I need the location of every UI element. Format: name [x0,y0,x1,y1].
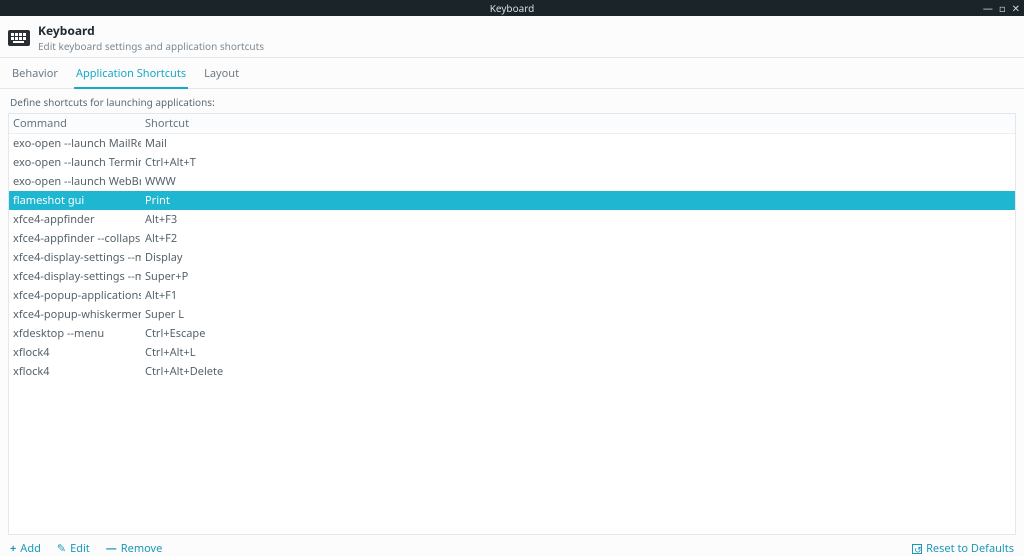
cell-shortcut: Super L [141,305,1015,324]
header-titles: Keyboard Edit keyboard settings and appl… [38,22,264,53]
table-body: exo-open --launch MailReaderMailexo-open… [9,134,1015,534]
column-header-command[interactable]: Command [9,114,141,133]
cell-command: xflock4 [9,362,141,381]
cell-shortcut: Ctrl+Alt+Delete [141,362,1015,381]
reset-icon [912,544,922,554]
edit-button-label: Edit [70,541,90,556]
content-description: Define shortcuts for launching applicati… [8,93,1016,113]
page-title: Keyboard [38,22,264,39]
header: Keyboard Edit keyboard settings and appl… [0,16,1024,58]
table-row[interactable]: xfce4-popup-applicationsmenuAlt+F1 [9,286,1015,305]
table-row[interactable]: exo-open --launch TerminalEmulatorCtrl+A… [9,153,1015,172]
add-button-label: Add [20,541,41,556]
remove-button[interactable]: — Remove [106,541,163,556]
table-row[interactable]: xfdesktop --menuCtrl+Escape [9,324,1015,343]
window-title: Keyboard [490,1,535,15]
cell-shortcut: Ctrl+Alt+L [141,343,1015,362]
cell-command: exo-open --launch MailReader [9,134,141,153]
table-row[interactable]: xfce4-appfinderAlt+F3 [9,210,1015,229]
cell-shortcut: Ctrl+Escape [141,324,1015,343]
keyboard-icon [8,30,30,46]
cell-shortcut: Mail [141,134,1015,153]
table-row[interactable]: flameshot guiPrint [9,191,1015,210]
close-icon[interactable]: ✕ [1012,3,1020,13]
cell-command: exo-open --launch TerminalEmulator [9,153,141,172]
toolbar: + Add ✎ Edit — Remove Reset to Defaults [0,535,1024,556]
plus-icon: + [10,541,16,556]
minus-icon: — [106,541,117,556]
maximize-icon[interactable]: ▫ [999,3,1006,13]
table-row[interactable]: xflock4Ctrl+Alt+Delete [9,362,1015,381]
cell-command: xfce4-appfinder [9,210,141,229]
reset-button-label: Reset to Defaults [926,541,1014,556]
cell-command: xfce4-display-settings --minimal [9,248,141,267]
table-row[interactable]: xfce4-popup-whiskermenuSuper L [9,305,1015,324]
tab-layout[interactable]: Layout [202,62,241,88]
remove-button-label: Remove [121,541,163,556]
table-row[interactable]: xfce4-display-settings --minimalDisplay [9,248,1015,267]
cell-command: xfdesktop --menu [9,324,141,343]
table-header: Command Shortcut [9,114,1015,134]
table-row[interactable]: xfce4-display-settings --minimalSuper+P [9,267,1015,286]
cell-shortcut: Print [141,191,1015,210]
table-row[interactable]: exo-open --launch WebBrowserWWW [9,172,1015,191]
cell-command: flameshot gui [9,191,141,210]
table-row[interactable]: exo-open --launch MailReaderMail [9,134,1015,153]
cell-shortcut: Display [141,248,1015,267]
cell-command: xflock4 [9,343,141,362]
pencil-icon: ✎ [57,541,66,556]
cell-shortcut: WWW [141,172,1015,191]
reset-button[interactable]: Reset to Defaults [912,541,1014,556]
cell-command: xfce4-popup-whiskermenu [9,305,141,324]
shortcuts-table: Command Shortcut exo-open --launch MailR… [8,113,1016,535]
cell-shortcut: Alt+F3 [141,210,1015,229]
column-header-shortcut[interactable]: Shortcut [141,114,1015,133]
add-button[interactable]: + Add [10,541,41,556]
content: Define shortcuts for launching applicati… [0,89,1024,535]
window-controls: — ▫ ✕ [983,3,1020,13]
cell-command: xfce4-display-settings --minimal [9,267,141,286]
edit-button[interactable]: ✎ Edit [57,541,90,556]
tab-application-shortcuts[interactable]: Application Shortcuts [74,62,188,89]
cell-command: exo-open --launch WebBrowser [9,172,141,191]
cell-shortcut: Ctrl+Alt+T [141,153,1015,172]
tab-behavior[interactable]: Behavior [10,62,60,88]
minimize-icon[interactable]: — [983,3,993,13]
table-row[interactable]: xflock4Ctrl+Alt+L [9,343,1015,362]
cell-shortcut: Super+P [141,267,1015,286]
cell-command: xfce4-appfinder --collapsed [9,229,141,248]
cell-shortcut: Alt+F2 [141,229,1015,248]
cell-command: xfce4-popup-applicationsmenu [9,286,141,305]
page-subtitle: Edit keyboard settings and application s… [38,39,264,53]
table-row[interactable]: xfce4-appfinder --collapsedAlt+F2 [9,229,1015,248]
titlebar: Keyboard — ▫ ✕ [0,0,1024,16]
tabs: Behavior Application Shortcuts Layout [0,58,1024,89]
cell-shortcut: Alt+F1 [141,286,1015,305]
